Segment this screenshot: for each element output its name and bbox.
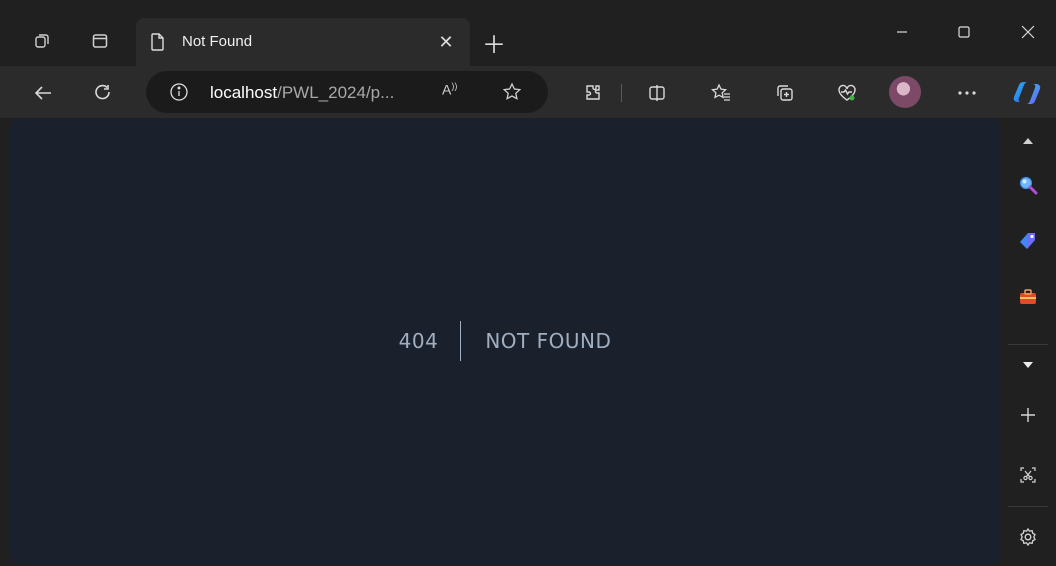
back-button[interactable] <box>28 78 58 108</box>
tab-active[interactable]: Not Found ✕ <box>136 18 470 66</box>
browser-essentials-icon[interactable] <box>832 78 862 108</box>
error-message: 404 NOT FOUND <box>10 118 1000 564</box>
url-text[interactable]: localhost/PWL_2024/p... <box>210 83 394 103</box>
error-text: NOT FOUND <box>485 329 612 353</box>
extensions-icon[interactable] <box>578 78 608 108</box>
title-bar: Not Found ✕ ＋ <box>0 0 1056 66</box>
settings-gear-icon[interactable] <box>1013 522 1043 552</box>
screenshot-icon[interactable] <box>1013 460 1043 490</box>
collections-icon[interactable] <box>770 78 800 108</box>
url-path: /PWL_2024/p... <box>277 83 395 102</box>
toolbar-divider <box>621 84 622 102</box>
close-tab-icon[interactable]: ✕ <box>434 30 458 54</box>
url-host: localhost <box>210 83 278 102</box>
favorite-star-icon[interactable] <box>500 80 524 104</box>
sidebar-divider-bottom <box>1008 506 1048 507</box>
copilot-icon[interactable] <box>1010 78 1044 108</box>
refresh-button[interactable] <box>88 78 118 108</box>
address-bar[interactable]: localhost/PWL_2024/p... A)) <box>146 71 548 113</box>
tab-actions-icon[interactable] <box>86 27 114 55</box>
page-content: 404 NOT FOUND <box>10 118 1000 564</box>
toolbar: localhost/PWL_2024/p... A)) <box>0 66 1056 118</box>
workspaces-icon[interactable] <box>28 27 56 55</box>
site-info-icon[interactable] <box>168 81 190 103</box>
more-options-icon[interactable] <box>952 78 982 108</box>
read-aloud-icon[interactable]: A)) <box>442 81 457 98</box>
scroll-up-icon[interactable] <box>1013 126 1043 156</box>
tab-title: Not Found <box>182 33 253 50</box>
error-code: 404 <box>398 329 439 353</box>
favorites-icon[interactable] <box>706 78 736 108</box>
shopping-tag-icon[interactable] <box>1013 226 1043 256</box>
scroll-down-icon[interactable] <box>1013 350 1043 380</box>
tab-strip: Not Found ✕ ＋ <box>0 0 1056 66</box>
profile-avatar[interactable] <box>889 76 921 108</box>
sidebar <box>1000 118 1056 566</box>
new-tab-button[interactable]: ＋ <box>482 30 506 59</box>
maximize-button[interactable] <box>944 18 984 46</box>
minimize-button[interactable] <box>882 18 922 46</box>
search-icon[interactable] <box>1013 170 1043 200</box>
page-icon <box>148 31 168 53</box>
add-sidebar-app-icon[interactable] <box>1013 400 1043 430</box>
split-screen-icon[interactable] <box>642 78 672 108</box>
close-window-button[interactable] <box>1008 18 1048 46</box>
sidebar-divider <box>1008 344 1048 345</box>
tools-icon[interactable] <box>1013 282 1043 312</box>
